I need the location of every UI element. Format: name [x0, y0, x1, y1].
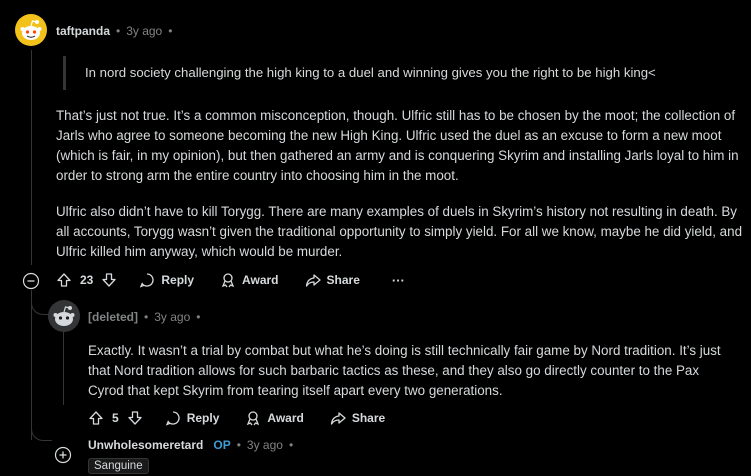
- timestamp[interactable]: 3y ago: [154, 310, 190, 324]
- collapse-icon: [22, 272, 40, 290]
- flair-label: Sanguine: [88, 458, 149, 474]
- award-button[interactable]: Award: [214, 268, 284, 292]
- share-icon: [330, 412, 346, 425]
- expand-button[interactable]: [54, 446, 72, 464]
- share-button[interactable]: Share: [299, 268, 366, 292]
- avatar[interactable]: [15, 14, 47, 46]
- op-badge: OP: [213, 438, 231, 452]
- share-icon: [305, 274, 321, 287]
- reply-label: Reply: [186, 411, 220, 425]
- vote-count: 23: [80, 273, 94, 287]
- comment-paragraph: Exactly. It wasn’t a trial by combat but…: [88, 343, 721, 398]
- separator-dot: •: [196, 310, 201, 324]
- comment-paragraph: Ulfric also didn’t have to kill Torygg. …: [56, 204, 743, 259]
- thread-line-deleted: [63, 330, 64, 405]
- reply-icon: [140, 273, 154, 288]
- award-label: Award: [242, 273, 279, 287]
- reply-icon: [165, 411, 180, 426]
- separator-dot: •: [236, 438, 241, 452]
- blockquote: In nord society challenging the high kin…: [63, 56, 706, 90]
- quote-text: In nord society challenging the high kin…: [85, 65, 656, 80]
- collapse-button[interactable]: [22, 272, 40, 290]
- separator-dot: •: [116, 24, 121, 38]
- username[interactable]: Unwholesomeretard: [88, 438, 203, 452]
- vote-group: 5: [82, 406, 149, 430]
- reply-button[interactable]: Reply: [159, 406, 226, 430]
- comment-meta: [deleted] • 3y ago •: [88, 310, 200, 324]
- thread-line-main: [31, 50, 32, 265]
- timestamp[interactable]: 3y ago: [126, 24, 162, 38]
- separator-dot: •: [144, 310, 149, 324]
- share-button[interactable]: Share: [324, 406, 391, 430]
- snoo-avatar-icon: [53, 306, 75, 326]
- reply-label: Reply: [161, 273, 195, 287]
- vote-group: 23: [50, 268, 123, 292]
- award-icon: [221, 273, 235, 288]
- share-label: Share: [351, 411, 386, 425]
- separator-dot: •: [288, 438, 294, 452]
- comment-meta: Unwholesomeretard OP • 3y ago •: [88, 438, 293, 452]
- reply-button[interactable]: Reply: [133, 268, 200, 292]
- upvote-icon[interactable]: [88, 410, 104, 426]
- upvote-icon[interactable]: [56, 272, 72, 288]
- username[interactable]: taftpanda: [56, 24, 110, 38]
- timestamp[interactable]: 3y ago: [247, 438, 283, 452]
- thread-connector-op: [31, 420, 52, 441]
- comment-paragraph: That’s just not true. It’s a common misc…: [56, 108, 739, 183]
- thread-line-branch: [31, 290, 32, 440]
- award-button[interactable]: Award: [239, 406, 309, 430]
- vote-count: 5: [112, 411, 119, 425]
- snoo-avatar-icon: [20, 20, 42, 40]
- comment-meta: taftpanda • 3y ago •: [56, 24, 172, 38]
- user-flair: Sanguine: [88, 456, 149, 474]
- downvote-icon[interactable]: [101, 272, 117, 288]
- more-icon: ···: [391, 272, 405, 288]
- share-label: Share: [326, 273, 360, 287]
- expand-icon: [54, 446, 72, 464]
- username: [deleted]: [88, 310, 139, 324]
- comment-actions: 23 Reply Award Share ···: [50, 268, 411, 292]
- downvote-icon[interactable]: [127, 410, 143, 426]
- comment-actions: 5 Reply Award Share: [82, 406, 391, 430]
- separator-dot: •: [168, 24, 173, 38]
- avatar: [48, 300, 80, 332]
- more-options-button[interactable]: ···: [386, 269, 411, 292]
- award-label: Award: [267, 411, 304, 425]
- award-icon: [247, 411, 260, 426]
